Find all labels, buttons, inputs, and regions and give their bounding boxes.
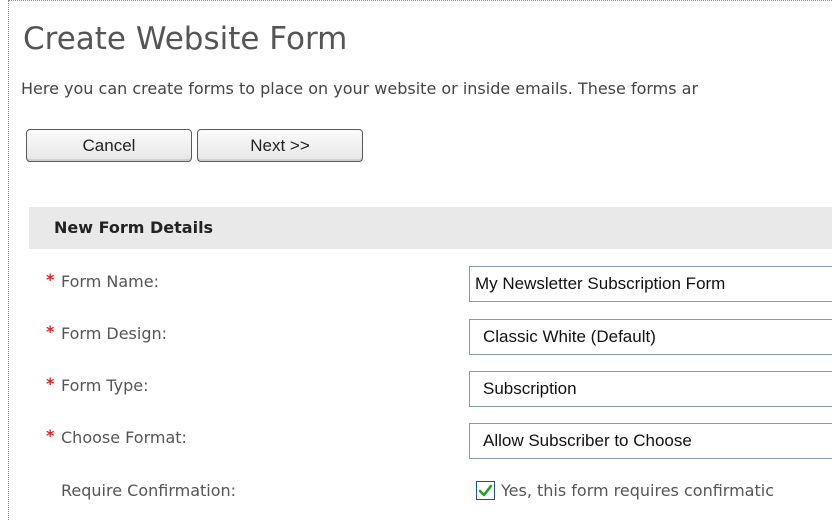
form-row-confirmation: Require Confirmation: Yes, this form req… [9, 481, 832, 520]
page-title: Create Website Form [23, 21, 348, 57]
required-marker: * [46, 374, 55, 393]
require-confirmation-label: Require Confirmation: [61, 481, 237, 500]
form-row-name: * Form Name: My Newsletter Subscription … [9, 266, 832, 310]
next-button[interactable]: Next >> [197, 129, 363, 162]
form-name-input[interactable]: My Newsletter Subscription Form [469, 266, 832, 302]
required-marker: * [46, 322, 55, 341]
checkmark-icon [478, 484, 493, 497]
required-marker: * [46, 426, 55, 445]
form-type-label: Form Type: [61, 376, 149, 395]
cancel-button[interactable]: Cancel [26, 129, 192, 162]
choose-format-select[interactable]: Allow Subscriber to Choose [469, 423, 832, 459]
section-header: New Form Details [29, 207, 832, 249]
form-name-label: Form Name: [61, 272, 159, 291]
form-design-label: Form Design: [61, 324, 168, 343]
form-design-select[interactable]: Classic White (Default) [469, 319, 832, 355]
form-row-design: * Form Design: Classic White (Default) [9, 318, 832, 362]
form-panel: Create Website Form Here you can create … [8, 0, 832, 520]
section-heading: New Form Details [54, 218, 214, 237]
intro-text: Here you can create forms to place on yo… [21, 79, 699, 98]
choose-format-label: Choose Format: [61, 428, 187, 447]
form-row-format: * Choose Format: Allow Subscriber to Cho… [9, 422, 832, 466]
required-marker: * [46, 270, 55, 289]
confirmation-checkbox[interactable] [476, 481, 495, 500]
form-row-type: * Form Type: Subscription [9, 370, 832, 414]
confirmation-checkbox-label[interactable]: Yes, this form requires confirmatic [501, 481, 774, 500]
form-type-select[interactable]: Subscription [469, 371, 832, 407]
